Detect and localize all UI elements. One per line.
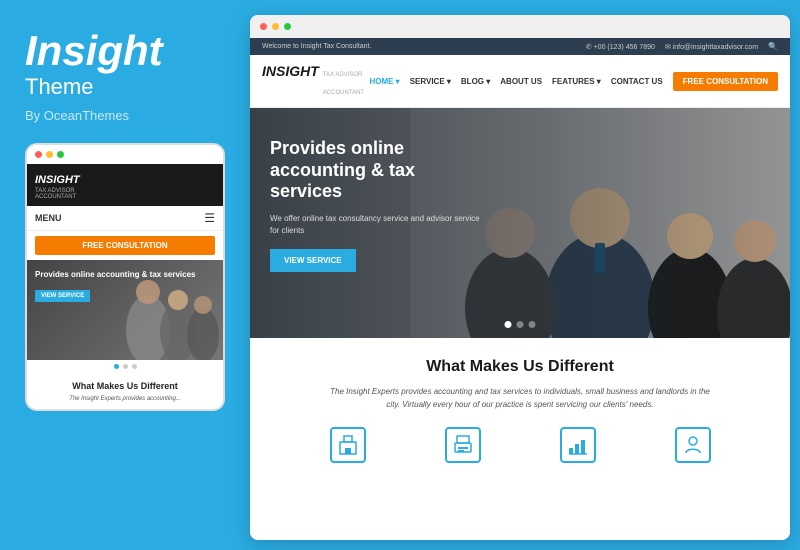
- left-panel: Insight Theme By OceanThemes INSIGHT TAX…: [0, 0, 245, 550]
- feature-icon-4: [675, 427, 711, 463]
- desktop-dot-green: [284, 23, 291, 30]
- nav-link-features[interactable]: FEATURES ▾: [552, 77, 601, 86]
- building-icon: [337, 434, 359, 456]
- feature-icon-2: [445, 427, 481, 463]
- brand-author: By OceanThemes: [25, 108, 220, 123]
- mobile-dot-2: [123, 364, 128, 369]
- site-hero-dots: [505, 321, 536, 328]
- desktop-site: Welcome to Insight Tax Consultant. ✆ +00…: [250, 38, 790, 533]
- nav-link-about[interactable]: ABOUT US: [500, 77, 542, 86]
- mobile-hero: Provides online accounting & tax service…: [27, 260, 223, 360]
- site-hero-subtext: We offer online tax consultancy service …: [270, 213, 490, 237]
- feature-icon-box-1: [330, 427, 366, 463]
- printer-icon: [452, 434, 474, 456]
- chart-icon: [567, 434, 589, 456]
- mobile-logo-sub2: ACCOUNTANT: [35, 194, 215, 200]
- site-welcome-text: Welcome to Insight Tax Consultant.: [262, 43, 371, 50]
- mobile-cta-button[interactable]: FREE CONSULTATION: [35, 236, 215, 255]
- nav-link-home[interactable]: HOME ▾: [369, 77, 399, 86]
- site-logo-sub2: ACCOUNTANT: [323, 90, 364, 96]
- site-phone: ✆ +00 (123) 456 7890: [586, 43, 655, 51]
- mobile-dot-1: [114, 364, 119, 369]
- site-top-info-bar: Welcome to Insight Tax Consultant. ✆ +00…: [250, 38, 790, 55]
- site-logo-name: INSIGHT: [262, 63, 319, 79]
- desktop-top-bar: [250, 15, 790, 38]
- site-section-title: What Makes Us Different: [270, 358, 770, 376]
- mobile-dot-3: [132, 364, 137, 369]
- feature-icon-box-3: [560, 427, 596, 463]
- mobile-section-title: What Makes Us Different: [27, 373, 223, 395]
- feature-icon-box-4: [675, 427, 711, 463]
- mobile-view-service-button[interactable]: VIEW SERVICE: [35, 290, 90, 302]
- brand-subtitle: Theme: [25, 74, 220, 100]
- mobile-menu-label: MENU: [35, 213, 62, 223]
- dot-yellow: [46, 151, 53, 158]
- mobile-section-text: The Insight Experts provides accounting.…: [27, 395, 223, 409]
- dot-red: [35, 151, 42, 158]
- nav-link-blog[interactable]: BLOG ▾: [461, 77, 490, 86]
- site-contact-info: ✆ +00 (123) 456 7890 ✉ info@insighttaxad…: [586, 42, 778, 51]
- nav-link-contact[interactable]: CONTACT US: [611, 77, 663, 86]
- site-logo: INSIGHT TAX ADVISOR ACCOUNTANT: [262, 63, 364, 99]
- site-hero-dot-3: [529, 321, 536, 328]
- site-logo-tagline: TAX ADVISOR ACCOUNTANT: [323, 63, 364, 99]
- desktop-dot-yellow: [272, 23, 279, 30]
- site-logo-sub1: TAX ADVISOR: [323, 72, 363, 78]
- dot-green: [57, 151, 64, 158]
- desktop-mockup: Welcome to Insight Tax Consultant. ✆ +00…: [250, 15, 790, 540]
- mobile-header: INSIGHT TAX ADVISOR ACCOUNTANT: [27, 164, 223, 206]
- feature-icon-3: [560, 427, 596, 463]
- mobile-mockup: INSIGHT TAX ADVISOR ACCOUNTANT MENU ☰ FR…: [25, 143, 225, 411]
- site-nav-links: HOME ▾ SERVICE ▾ BLOG ▾ ABOUT US FEATURE…: [369, 72, 778, 91]
- brand-title: Insight: [25, 30, 220, 72]
- site-email: ✉ info@insighttaxadvisor.com: [665, 43, 758, 51]
- site-cta-button[interactable]: FREE CONSULTATION: [673, 72, 778, 91]
- site-hero-dot-2: [517, 321, 524, 328]
- mobile-nav: MENU ☰: [27, 206, 223, 231]
- site-view-service-button[interactable]: VIEW SERVICE: [270, 249, 356, 272]
- search-icon[interactable]: 🔍: [768, 42, 778, 51]
- hamburger-icon[interactable]: ☰: [204, 211, 215, 225]
- site-hero-section: Provides online accounting & tax service…: [250, 108, 790, 338]
- mobile-hero-text: Provides online accounting & tax service…: [35, 270, 196, 302]
- mobile-carousel-dots: [27, 360, 223, 373]
- feature-icon-box-2: [445, 427, 481, 463]
- site-navigation: INSIGHT TAX ADVISOR ACCOUNTANT HOME ▾ SE…: [250, 55, 790, 108]
- mobile-top-bar: [27, 145, 223, 164]
- desktop-dot-red: [260, 23, 267, 30]
- site-what-makes-us-section: What Makes Us Different The Insight Expe…: [250, 338, 790, 473]
- site-features-row: [270, 427, 770, 463]
- person-icon: [682, 434, 704, 456]
- feature-icon-1: [330, 427, 366, 463]
- site-hero-heading: Provides online accounting & tax service…: [270, 138, 490, 203]
- site-section-text: The Insight Experts provides accounting …: [330, 386, 710, 412]
- site-hero-content: Provides online accounting & tax service…: [270, 138, 490, 272]
- nav-link-service[interactable]: SERVICE ▾: [410, 77, 451, 86]
- mobile-hero-heading: Provides online accounting & tax service…: [35, 270, 196, 280]
- mobile-logo: INSIGHT: [35, 174, 80, 186]
- site-hero-dot-1: [505, 321, 512, 328]
